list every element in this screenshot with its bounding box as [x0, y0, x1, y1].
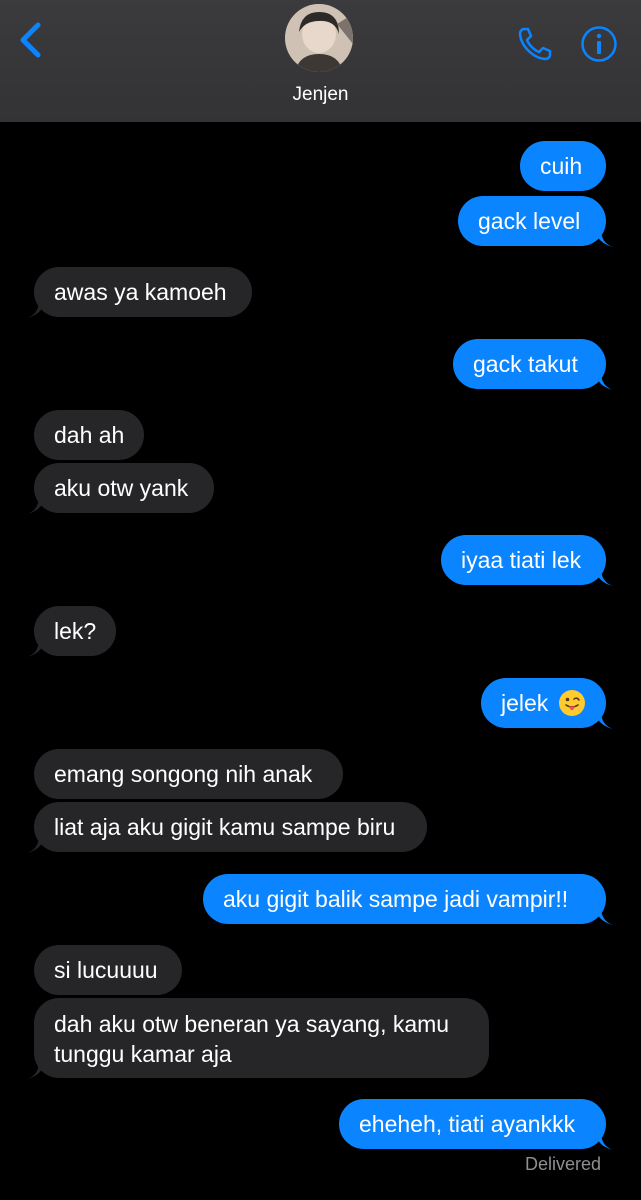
message-bubble-incoming[interactable]: dah ah: [34, 410, 144, 460]
chevron-left-icon: [20, 22, 41, 58]
contact-name[interactable]: Jenjen: [0, 84, 641, 106]
message-bubble-outgoing[interactable]: gack takut: [453, 339, 613, 390]
message-bubble-incoming[interactable]: aku otw yank: [27, 463, 214, 514]
message-text: iyaa tiati lek: [461, 547, 582, 573]
message-bubble-outgoing[interactable]: jelek: [481, 678, 613, 729]
message-text: dah ah: [54, 422, 125, 448]
message-text: gack takut: [473, 351, 578, 377]
message-bubble-incoming[interactable]: lek?: [27, 606, 116, 657]
message-bubble-outgoing[interactable]: cuih: [520, 141, 606, 191]
bubble-tail: [595, 907, 613, 925]
message-text: lek?: [54, 618, 97, 644]
message-bubble-incoming[interactable]: dah aku otw beneran ya sayang, kamu tung…: [27, 998, 489, 1079]
message-text: eheheh, tiati ayankkk: [359, 1111, 576, 1137]
bubble-tail: [595, 568, 613, 586]
message-bubble-outgoing[interactable]: aku gigit balik sampe jadi vampir!!: [203, 874, 613, 925]
message-text: liat aja aku gigit kamu sampe biru: [54, 814, 396, 840]
message-bubble-outgoing[interactable]: eheheh, tiati ayankkk: [339, 1099, 613, 1150]
message-text: jelek: [501, 690, 549, 716]
message-text: aku gigit balik sampe jadi vampir!!: [223, 886, 569, 912]
avatar[interactable]: [285, 4, 353, 72]
message-bubble-incoming[interactable]: emang songong nih anak: [34, 749, 343, 799]
audio-call-button[interactable]: [515, 24, 555, 64]
bubble-tail: [27, 639, 45, 657]
conversation-header: Jenjen: [0, 0, 641, 122]
message-text: si lucuuuu: [54, 957, 158, 983]
bubble-tail: [595, 372, 613, 390]
bubble-tail: [27, 300, 45, 318]
phone-icon: [518, 27, 552, 61]
message-bubble-outgoing[interactable]: gack level: [458, 196, 613, 247]
message-bubble-outgoing[interactable]: iyaa tiati lek: [441, 535, 613, 586]
message-text: gack level: [478, 208, 581, 234]
back-button[interactable]: [14, 20, 48, 60]
bubble-tail: [27, 835, 45, 853]
bubble-tail: [27, 1061, 45, 1079]
bubble-tail: [595, 229, 613, 247]
bubble-tail: [595, 1132, 613, 1150]
message-text: dah aku otw beneran ya sayang, kamu tung…: [54, 1011, 450, 1067]
message-text: awas ya kamoeh: [54, 279, 227, 305]
tongue-out-emoji-icon: [558, 689, 585, 716]
bubble-tail: [27, 496, 45, 514]
message-text: aku otw yank: [54, 475, 189, 501]
info-button[interactable]: [579, 24, 619, 64]
message-text: cuih: [540, 153, 583, 179]
message-bubble-incoming[interactable]: liat aja aku gigit kamu sampe biru: [27, 802, 427, 853]
info-icon: [581, 26, 617, 62]
message-bubble-incoming[interactable]: si lucuuuu: [34, 945, 182, 995]
bubble-tail: [595, 711, 613, 729]
delivery-status: Delivered: [524, 1154, 601, 1174]
message-bubble-incoming[interactable]: awas ya kamoeh: [27, 267, 252, 318]
message-text: emang songong nih anak: [54, 761, 313, 787]
